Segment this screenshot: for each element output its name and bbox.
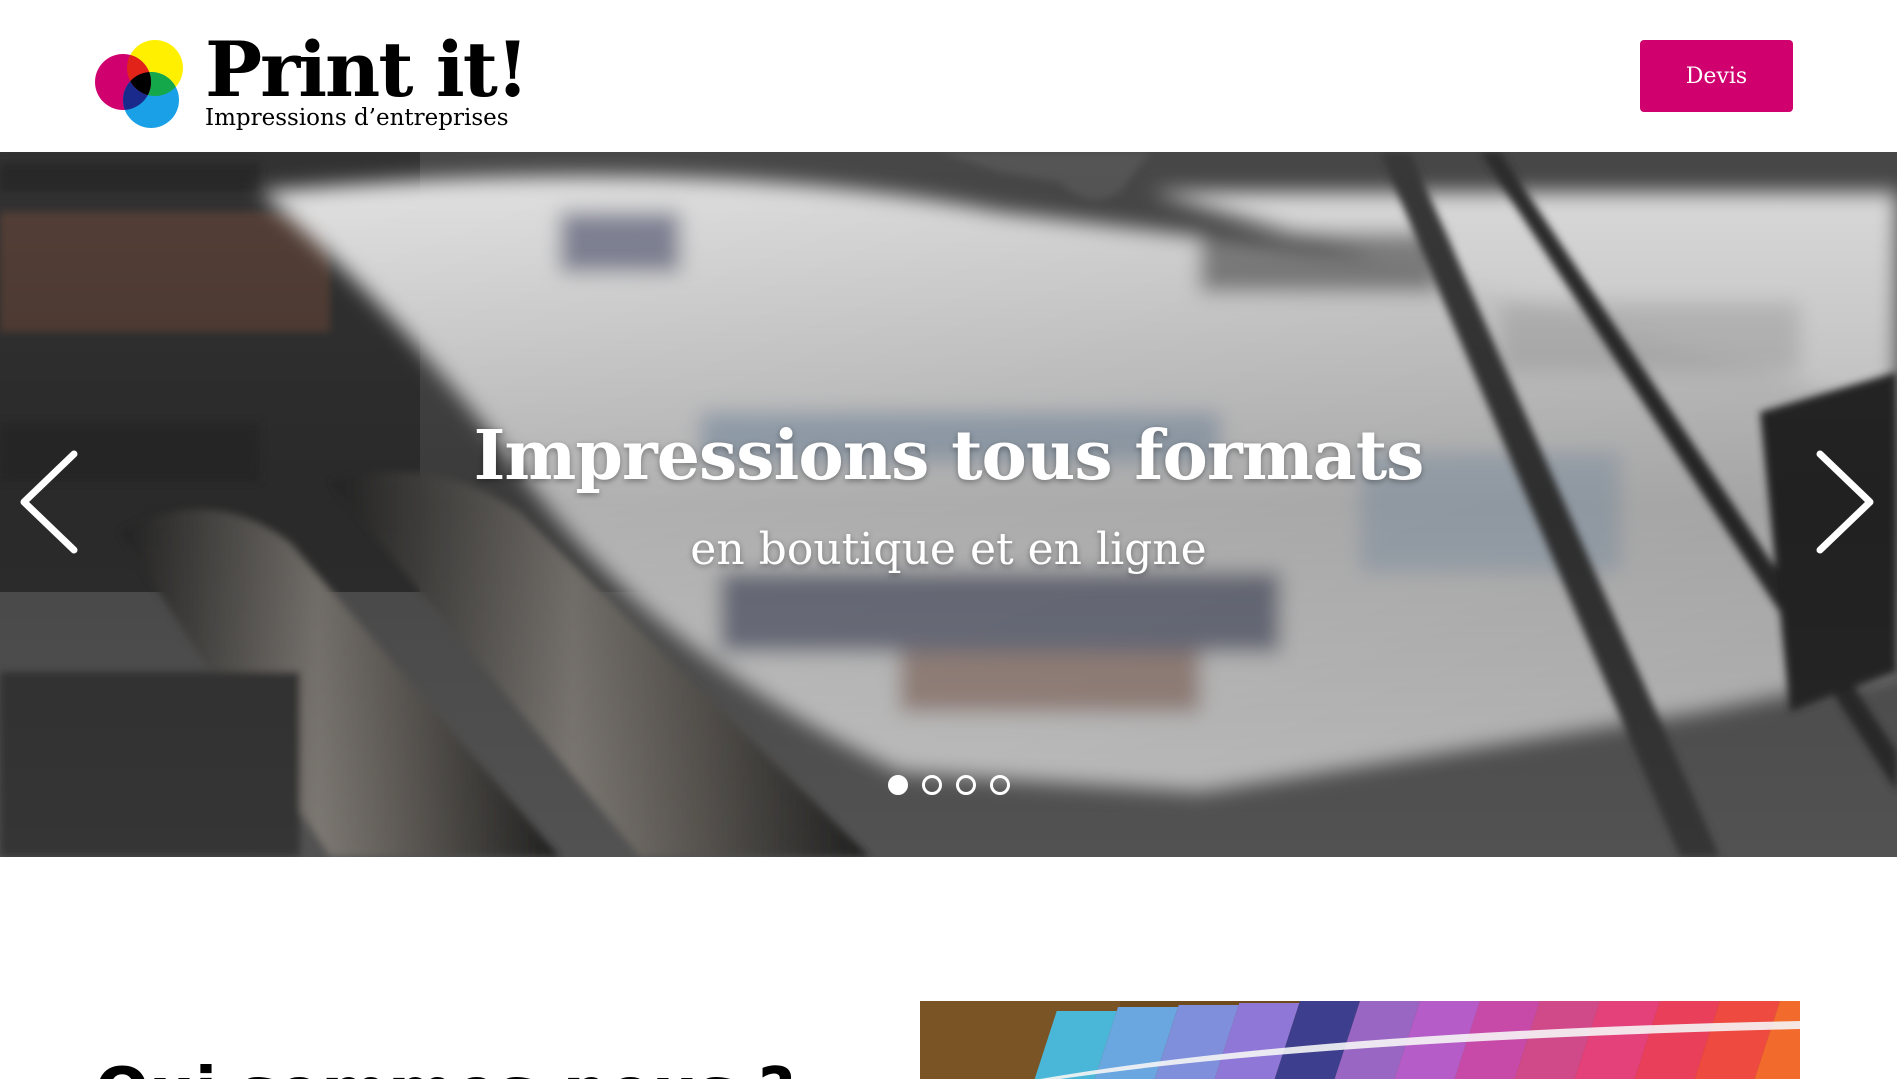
brand-subtitle: Impressions d’entreprises [205, 105, 509, 131]
banner-subtitle: en boutique et en ligne [690, 524, 1207, 575]
devis-button[interactable]: Devis [1640, 40, 1793, 112]
carousel-dot-1[interactable] [887, 775, 908, 795]
color-swatches-photo [920, 1001, 1800, 1079]
printing-press-photo [0, 152, 1897, 857]
about-heading: Qui sommes-nous ? [95, 1052, 795, 1079]
hero-carousel: Impressions tous formats en boutique et … [0, 152, 1897, 857]
banner-title: Impressions tous formats [473, 416, 1425, 496]
carousel-indicators [0, 775, 1897, 795]
chevron-right-icon[interactable] [1810, 442, 1880, 562]
carousel-dot-4[interactable] [989, 775, 1010, 795]
carousel-dot-2[interactable] [921, 775, 942, 795]
site-header: Print it! Impressions d’entreprises Devi… [0, 0, 1897, 152]
carousel-dot-3[interactable] [955, 775, 976, 795]
cmyk-circles-logo[interactable] [95, 38, 187, 130]
brand-title[interactable]: Print it! [205, 26, 529, 114]
